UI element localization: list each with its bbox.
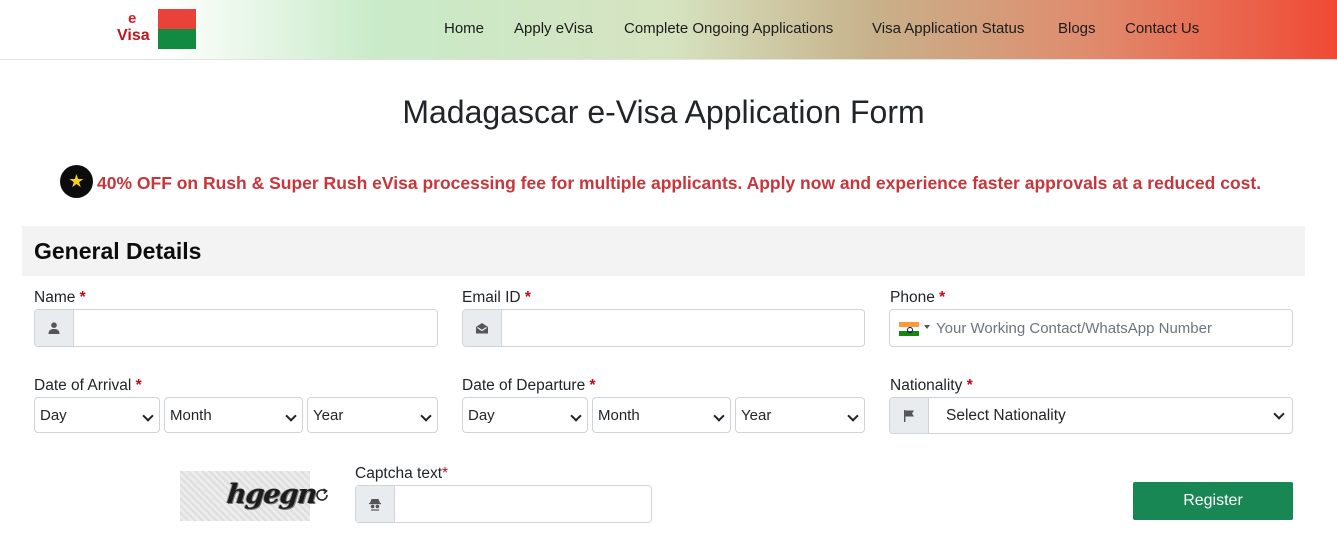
captcha-input[interactable] — [395, 486, 651, 522]
captcha-label: Captcha text* — [355, 465, 448, 483]
chevron-down-icon — [713, 410, 725, 422]
nav-visa-application-status[interactable]: Visa Application Status — [872, 20, 1024, 37]
departure-day-select[interactable]: Day — [462, 397, 588, 433]
site-header: e Visa Home Apply eVisa Complete Ongoing… — [0, 0, 1337, 60]
departure-label: Date of Departure * — [462, 377, 596, 395]
required-mark: * — [442, 465, 449, 482]
general-details-header: General Details — [22, 226, 1305, 276]
captcha-input-group — [355, 485, 652, 523]
departure-year-select[interactable]: Year — [735, 397, 865, 433]
email-label-text: Email ID — [462, 289, 521, 306]
email-label: Email ID * — [462, 289, 531, 307]
phone-field — [889, 309, 1293, 347]
required-mark: * — [79, 289, 86, 306]
nationality-select[interactable]: Select Nationality — [889, 397, 1293, 434]
nav-blogs[interactable]: Blogs — [1058, 20, 1096, 37]
name-label-text: Name — [34, 289, 76, 306]
email-input-group — [462, 309, 865, 347]
section-title: General Details — [34, 238, 202, 264]
captcha-label-text: Captcha text — [355, 465, 443, 482]
page-title: Madagascar e-Visa Application Form — [402, 94, 925, 130]
envelope-icon — [463, 310, 502, 346]
nationality-selected-value: Select Nationality — [946, 407, 1066, 424]
chevron-down-icon — [142, 410, 154, 422]
chevron-down-icon — [285, 410, 297, 422]
captcha-image: hgegn — [180, 471, 318, 521]
promo-banner-text: 40% OFF on Rush & Super Rush eVisa proce… — [97, 173, 1262, 193]
arrival-year-select[interactable]: Year — [307, 397, 438, 433]
required-mark: * — [939, 289, 946, 306]
user-icon — [35, 310, 74, 346]
nav-contact-us[interactable]: Contact Us — [1125, 20, 1199, 37]
logo-red-stripe — [158, 9, 196, 29]
required-mark: * — [589, 377, 596, 394]
name-input[interactable] — [74, 310, 437, 346]
chevron-down-icon — [420, 410, 432, 422]
required-mark: * — [135, 377, 142, 394]
email-input[interactable] — [502, 310, 864, 346]
flag-icon — [890, 398, 929, 433]
nav-apply-evisa[interactable]: Apply eVisa — [514, 20, 593, 37]
arrival-label-text: Date of Arrival — [34, 377, 132, 394]
nationality-label-text: Nationality — [890, 377, 963, 394]
nav-home[interactable]: Home — [444, 20, 484, 37]
refresh-icon[interactable] — [314, 487, 330, 503]
user-secret-icon — [356, 486, 395, 522]
phone-label-text: Phone — [890, 289, 935, 306]
nationality-label: Nationality * — [890, 377, 973, 395]
phone-input[interactable] — [936, 310, 1286, 346]
nav-complete-ongoing-applications[interactable]: Complete Ongoing Applications — [624, 20, 833, 37]
departure-month-select[interactable]: Month — [592, 397, 731, 433]
evisa-logo[interactable]: e Visa — [114, 9, 196, 49]
country-dropdown-caret-icon[interactable] — [924, 325, 930, 329]
arrival-month-select[interactable]: Month — [164, 397, 303, 433]
star-icon: ★ — [60, 165, 93, 198]
register-button[interactable]: Register — [1133, 482, 1293, 520]
required-mark: * — [966, 377, 973, 394]
logo-text-visa: Visa — [117, 27, 150, 44]
logo-text-e: e — [128, 10, 137, 27]
chevron-down-icon — [1273, 408, 1285, 420]
departure-day-value: Day — [468, 406, 495, 424]
name-input-group — [34, 309, 438, 347]
required-mark: * — [524, 289, 531, 306]
departure-month-value: Month — [598, 406, 640, 424]
logo-green-stripe — [158, 29, 196, 49]
departure-label-text: Date of Departure — [462, 377, 586, 394]
arrival-day-value: Day — [40, 406, 67, 424]
india-flag-icon[interactable] — [899, 322, 919, 336]
departure-year-value: Year — [741, 406, 772, 424]
arrival-month-value: Month — [170, 406, 212, 424]
arrival-day-select[interactable]: Day — [34, 397, 160, 433]
arrival-label: Date of Arrival * — [34, 377, 142, 395]
captcha-image-text: hgegn — [225, 479, 318, 510]
arrival-year-value: Year — [313, 406, 344, 424]
phone-label: Phone * — [890, 289, 945, 307]
chevron-down-icon — [570, 410, 582, 422]
name-label: Name * — [34, 289, 86, 307]
chevron-down-icon — [847, 410, 859, 422]
